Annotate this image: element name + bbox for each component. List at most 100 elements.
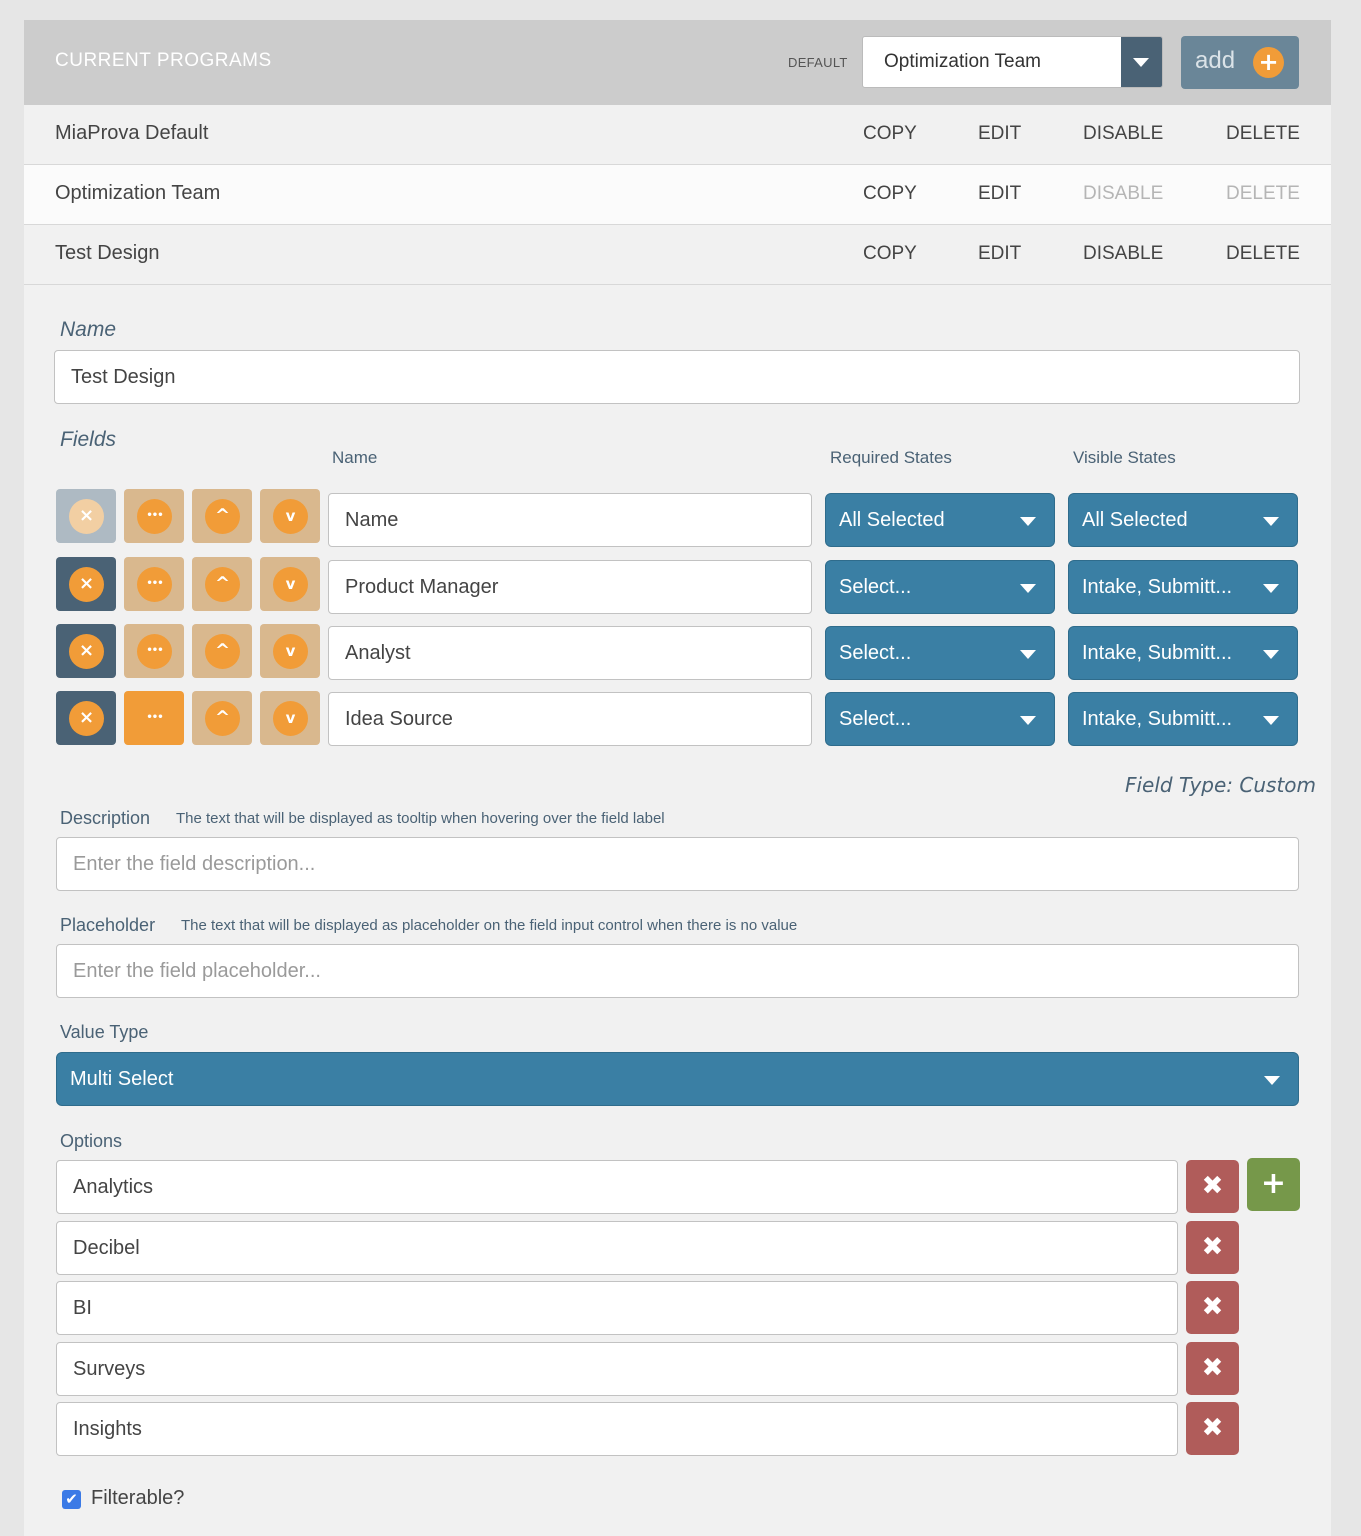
disable-link[interactable]: DISABLE [1083,243,1163,265]
filterable-label[interactable]: Filterable? [91,1487,184,1510]
caret-down-icon [1020,517,1036,526]
option-input[interactable]: Insights [56,1402,1178,1456]
field-options-button[interactable]: ••• [124,557,184,611]
option-value: BI [73,1297,92,1319]
fields-label: Fields [60,428,117,451]
program-name-input[interactable]: Test Design [54,350,1300,404]
move-down-button[interactable]: v [260,489,320,543]
close-icon: ✖ [1201,1353,1224,1383]
delete-option-button[interactable]: ✖ [1186,1402,1239,1455]
delete-option-button[interactable]: ✖ [1186,1221,1239,1274]
field-options-button[interactable]: ••• [124,624,184,678]
required-states-value: Select... [839,708,912,730]
required-states-select[interactable]: Select... [825,692,1055,746]
move-down-button[interactable]: v [260,691,320,745]
options-label: Options [60,1131,123,1151]
copy-link[interactable]: COPY [863,243,917,265]
caret-down-icon [1133,58,1149,67]
caret-down-icon [1020,716,1036,725]
field-name-input[interactable]: Product Manager [328,560,812,614]
dropdown-toggle[interactable] [1121,37,1162,87]
delete-link: DELETE [1226,183,1300,204]
caret-down-icon [1020,650,1036,659]
remove-field-button: × [56,489,116,543]
caret-down-icon [1263,517,1279,526]
visible-states-select[interactable]: All Selected [1068,493,1298,547]
delete-option-button[interactable]: ✖ [1186,1160,1239,1213]
option-value: Analytics [73,1176,154,1198]
default-program-select[interactable]: Optimization Team [862,36,1163,88]
caret-down-icon [1264,1076,1280,1085]
move-up-button[interactable]: ^ [192,691,252,745]
edit-link[interactable]: EDIT [978,183,1021,205]
chevron-up-icon: ^ [205,634,240,669]
remove-field-button[interactable]: × [56,624,116,678]
header-title: CURRENT PROGRAMS [55,50,272,71]
program-row: Optimization Team COPY EDIT DISABLE DELE… [24,165,1331,225]
option-input[interactable]: BI [56,1281,1178,1335]
program-name[interactable]: Optimization Team [55,182,220,205]
field-name-input[interactable]: Analyst [328,626,812,680]
filterable-checkbox[interactable]: ✔ [62,1490,81,1509]
program-name-value: Test Design [71,366,176,388]
required-states-select[interactable]: All Selected [825,493,1055,547]
program-name[interactable]: MiaProva Default [55,122,208,145]
program-row: Test Design COPY EDIT DISABLE DELETE [24,225,1331,285]
remove-field-button[interactable]: × [56,691,116,745]
field-options-button[interactable]: ••• [124,691,184,745]
program-name[interactable]: Test Design [55,242,160,265]
delete-link[interactable]: DELETE [1226,243,1300,265]
visible-states-value: Intake, Submitt... [1082,708,1233,730]
delete-option-button[interactable]: ✖ [1186,1342,1239,1395]
disable-link[interactable]: DISABLE [1083,123,1163,145]
visible-states-select[interactable]: Intake, Submitt... [1068,560,1298,614]
field-name-input[interactable]: Name [328,493,812,547]
delete-option-button[interactable]: ✖ [1186,1281,1239,1334]
ellipsis-icon: ••• [137,567,172,602]
visible-states-select[interactable]: Intake, Submitt... [1068,626,1298,680]
chevron-up-icon: ^ [205,499,240,534]
option-input[interactable]: Decibel [56,1221,1178,1275]
plus-icon: + [1260,1166,1287,1201]
placeholder-input[interactable]: Enter the field placeholder... [56,944,1299,998]
move-down-button[interactable]: v [260,624,320,678]
copy-link[interactable]: COPY [863,123,917,145]
chevron-up-icon: ^ [205,701,240,736]
checkmark-icon: ✔ [65,1490,78,1508]
field-name-value: Product Manager [345,576,499,598]
option-value: Surveys [73,1358,146,1380]
option-input[interactable]: Analytics [56,1160,1178,1214]
caret-down-icon [1263,584,1279,593]
required-states-select[interactable]: Select... [825,626,1055,680]
value-type-label: Value Type [60,1022,149,1042]
add-option-button[interactable]: + [1247,1158,1300,1211]
description-input[interactable]: Enter the field description... [56,837,1299,891]
remove-field-button[interactable]: × [56,557,116,611]
move-down-button[interactable]: v [260,557,320,611]
move-up-button[interactable]: ^ [192,557,252,611]
edit-link[interactable]: EDIT [978,243,1021,265]
caret-down-icon [1020,584,1036,593]
move-up-button[interactable]: ^ [192,489,252,543]
required-states-select[interactable]: Select... [825,560,1055,614]
field-options-button[interactable]: ••• [124,489,184,543]
programs-panel: CURRENT PROGRAMS DEFAULT Optimization Te… [24,20,1331,1536]
move-up-button[interactable]: ^ [192,624,252,678]
visible-states-select[interactable]: Intake, Submitt... [1068,692,1298,746]
column-header-visible-states: Visible States [1073,448,1176,467]
description-label: Description [60,808,151,828]
option-input[interactable]: Surveys [56,1342,1178,1396]
field-name-value: Idea Source [345,708,453,730]
edit-link[interactable]: EDIT [978,123,1021,145]
disable-link: DISABLE [1083,183,1164,204]
field-name-input[interactable]: Idea Source [328,692,812,746]
value-type-select[interactable]: Multi Select [56,1052,1299,1106]
ellipsis-icon: ••• [137,634,172,669]
chevron-down-icon: v [273,499,308,534]
visible-states-value: Intake, Submitt... [1082,576,1233,598]
delete-link[interactable]: DELETE [1226,123,1300,145]
visible-states-value: Intake, Submitt... [1082,642,1233,664]
copy-link[interactable]: COPY [863,183,917,205]
close-icon: ✖ [1201,1171,1224,1201]
add-program-button[interactable]: add + [1181,36,1299,89]
